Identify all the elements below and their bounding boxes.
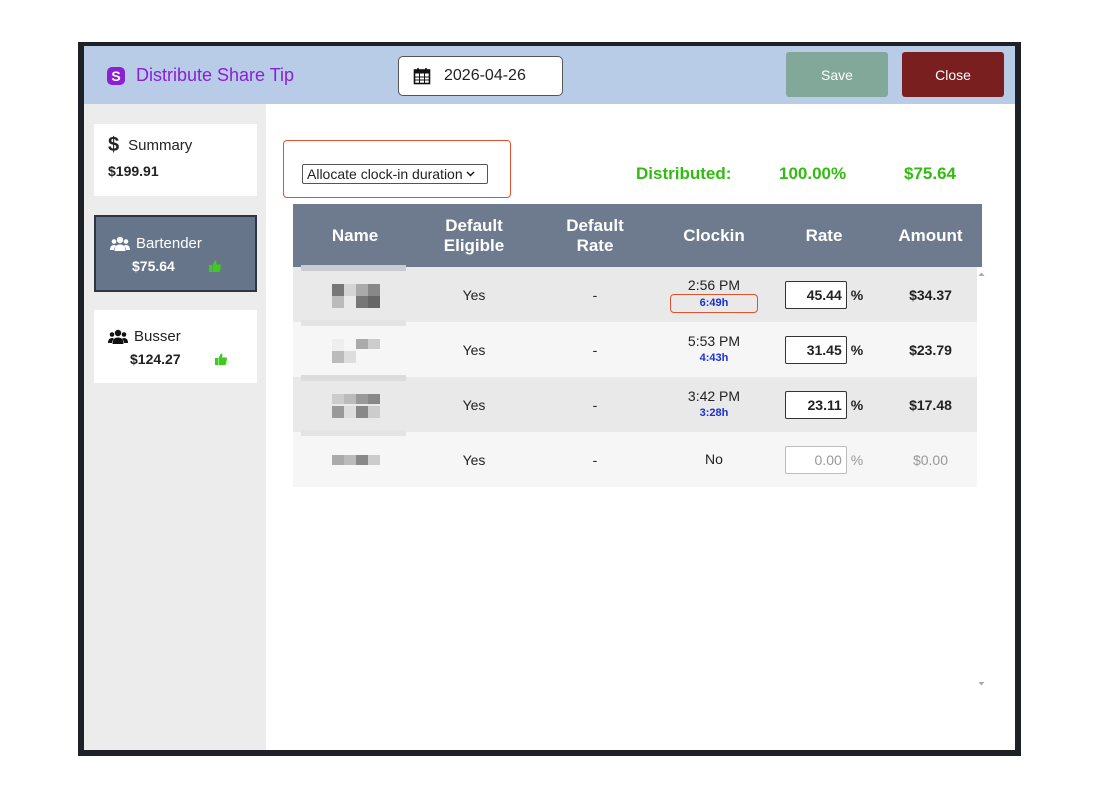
- role-sidebar: $ Summary $199.91 Bartender $75.64 Busse…: [84, 104, 266, 750]
- redacted-name: [332, 283, 380, 308]
- column-header-amount: Amount: [898, 225, 963, 245]
- dialog-title-text: Distribute Share Tip: [136, 65, 295, 85]
- rate-cell: 45.44 %: [769, 267, 879, 322]
- thumbs-up-icon: [208, 260, 221, 272]
- redacted-name: [332, 454, 380, 465]
- sidebar-item-bartender[interactable]: Bartender $75.64: [94, 215, 257, 292]
- table-row[interactable]: Yes - 2:56 PM 6:49h 45.44 % $34.37: [293, 265, 977, 322]
- thumbs-up-icon: [214, 353, 227, 365]
- name-cell: [293, 322, 417, 377]
- column-header-rate: Rate: [805, 225, 843, 245]
- allocation-selected-value: Allocate clock-in duration: [307, 166, 463, 182]
- table-row[interactable]: Yes - No 0.00 % $0.00: [293, 430, 977, 487]
- default-rate-cell: -: [592, 286, 598, 303]
- redacted-name: [332, 338, 380, 363]
- rate-cell: 23.11 %: [769, 377, 879, 432]
- rate-input[interactable]: 0.00: [784, 445, 847, 474]
- clockin-time: 2:56 PM: [687, 276, 741, 293]
- dollar-icon: $: [108, 134, 120, 156]
- sidebar-item-label: Bartender: [136, 235, 202, 252]
- amount-cell: $23.79: [909, 341, 952, 358]
- clockin-time: 5:53 PM: [687, 332, 741, 349]
- amount-cell: $17.48: [909, 396, 952, 413]
- rate-input[interactable]: 31.45: [784, 335, 847, 364]
- distributed-amount: $75.64: [904, 164, 956, 183]
- dialog-title: S Distribute Share Tip: [106, 65, 294, 86]
- eligible-cell: Yes: [462, 451, 486, 468]
- eligible-cell: Yes: [462, 396, 486, 413]
- sidebar-item-busser[interactable]: Busser $124.27: [94, 310, 257, 383]
- allocation-method-select[interactable]: Allocate clock-in duration: [302, 164, 488, 184]
- column-header-default-eligible: Default Eligible: [443, 215, 505, 255]
- sidebar-item-amount: $199.91: [108, 163, 159, 179]
- sidebar-item-summary[interactable]: $ Summary $199.91: [94, 124, 257, 196]
- percent-sign: %: [850, 341, 864, 358]
- eligible-cell: Yes: [462, 341, 486, 358]
- clockin-cell: 2:56 PM 6:49h: [659, 267, 769, 322]
- calendar-icon: [413, 68, 431, 85]
- scroll-down-arrow-icon[interactable]: [977, 681, 986, 687]
- percent-sign: %: [850, 286, 864, 303]
- dialog-header: S Distribute Share Tip 2026-04-26 Save C…: [84, 46, 1015, 104]
- date-picker[interactable]: 2026-04-26: [398, 56, 563, 96]
- sidebar-item-amount: $124.27: [130, 351, 181, 367]
- table-header: Name Default Eligible Default Rate Clock…: [293, 204, 982, 267]
- sidebar-item-amount: $75.64: [132, 258, 175, 274]
- date-value: 2026-04-26: [444, 67, 526, 84]
- name-cell: [293, 377, 417, 432]
- percent-sign: %: [850, 451, 864, 468]
- amount-cell: $34.37: [909, 286, 952, 303]
- scroll-up-arrow-icon[interactable]: [977, 271, 986, 277]
- column-header-clockin: Clockin: [683, 225, 745, 245]
- table-row[interactable]: Yes - 5:53 PM 4:43h 31.45 % $23.79: [293, 320, 977, 377]
- app-logo-icon: S: [107, 66, 125, 85]
- distributed-percent: 100.00%: [779, 164, 847, 183]
- amount-cell: $0.00: [912, 451, 949, 468]
- rate-input[interactable]: 23.11: [784, 390, 847, 419]
- users-icon: [110, 236, 130, 251]
- rate-cell: 0.00 %: [769, 432, 879, 487]
- save-button[interactable]: Save: [786, 52, 888, 97]
- column-header-name: Name: [331, 225, 379, 245]
- clockin-time: 3:42 PM: [687, 387, 741, 404]
- clockin-duration: 4:43h: [699, 351, 729, 364]
- chevron-down-icon: [466, 171, 475, 177]
- clockin-cell: 3:42 PM 3:28h: [659, 377, 769, 432]
- distribute-share-tip-dialog: S Distribute Share Tip 2026-04-26 Save C…: [78, 42, 1021, 756]
- eligible-cell: Yes: [462, 286, 486, 303]
- table-row[interactable]: Yes - 3:42 PM 3:28h 23.11 % $17.48: [293, 375, 977, 432]
- table-scrollbar[interactable]: [977, 267, 986, 687]
- name-cell: [293, 432, 417, 487]
- clockin-duration: 3:28h: [699, 406, 729, 419]
- sidebar-item-label: Summary: [128, 136, 193, 154]
- default-rate-cell: -: [592, 396, 598, 413]
- close-button[interactable]: Close: [902, 52, 1004, 97]
- percent-sign: %: [850, 396, 864, 413]
- users-icon: [108, 329, 128, 344]
- clockin-time: No: [705, 451, 723, 467]
- distributed-label: Distributed:: [636, 164, 732, 183]
- allocation-highlight: Allocate clock-in duration: [283, 140, 511, 198]
- rate-cell: 31.45 %: [769, 322, 879, 377]
- sidebar-item-label: Busser: [134, 328, 181, 345]
- main-panel: Allocate clock-in duration Distributed: …: [266, 104, 1015, 750]
- default-rate-cell: -: [592, 341, 598, 358]
- column-header-default-rate: Default Rate: [566, 215, 624, 255]
- clockin-duration: 6:49h: [669, 293, 759, 313]
- redacted-name: [332, 393, 380, 418]
- rate-input[interactable]: 45.44: [784, 280, 847, 309]
- name-cell: [293, 267, 417, 322]
- clockin-cell: 5:53 PM 4:43h: [659, 322, 769, 377]
- svg-text:S: S: [111, 68, 120, 84]
- default-rate-cell: -: [592, 451, 598, 468]
- clockin-cell: No: [659, 432, 769, 487]
